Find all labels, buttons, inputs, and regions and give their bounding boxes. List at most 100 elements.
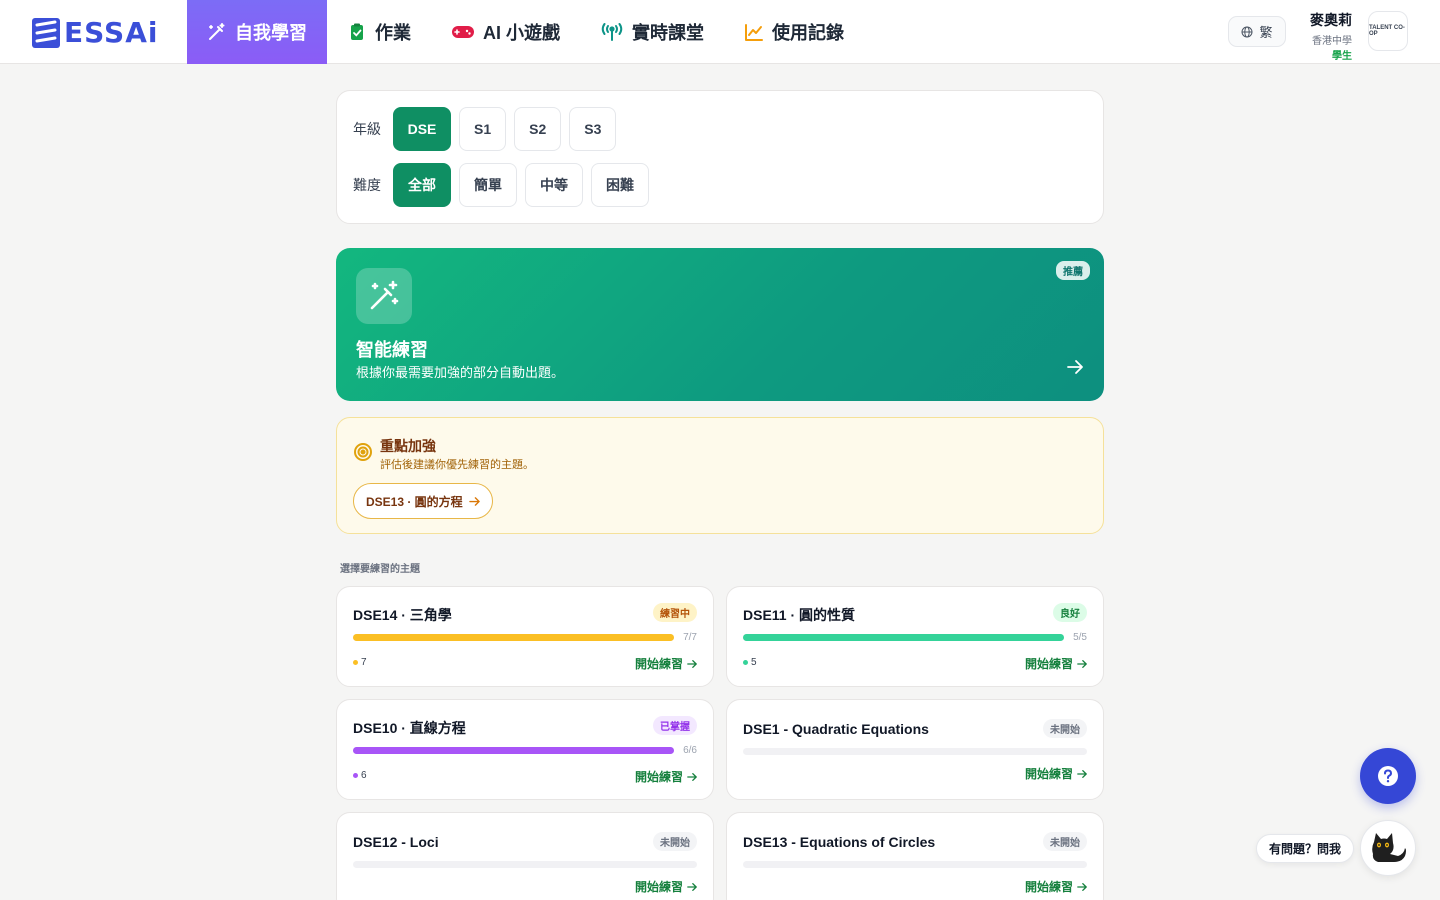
topic-section-label: 選擇要練習的主題 xyxy=(340,564,420,575)
nav-label: 實時課堂 xyxy=(632,23,705,43)
question-count-value: 5 xyxy=(751,657,757,668)
user-name: 麥奧莉 xyxy=(1310,12,1352,28)
gamepad-icon xyxy=(452,26,474,38)
avatar-logo-text: TALENT CO-OP xyxy=(1369,25,1405,37)
progress-count: 6/6 xyxy=(683,745,697,756)
status-badge: 未開始 xyxy=(1043,832,1087,851)
question-count: 6 xyxy=(353,770,367,781)
language-switch-button[interactable]: 繁 xyxy=(1228,16,1286,47)
topic-card[interactable]: DSE11 · 圓的性質 良好 5/5 5 開始練習 xyxy=(726,586,1104,687)
start-practice-label: 開始練習 xyxy=(634,657,683,671)
nav-homework[interactable]: 作業 xyxy=(327,0,431,64)
arrow-right-icon xyxy=(1077,882,1087,891)
difficulty-chip-medium[interactable]: 中等 xyxy=(525,163,583,207)
magic-wand-icon xyxy=(370,280,399,310)
question-circle-icon xyxy=(1378,766,1398,786)
grade-chip-s2[interactable]: S2 xyxy=(514,107,562,151)
start-practice-label: 開始練習 xyxy=(634,770,683,784)
topic-title: DSE13 - Equations of Circles xyxy=(743,834,936,850)
progress-bar-fill xyxy=(353,747,674,754)
question-count-value: 7 xyxy=(361,657,367,668)
progress-bar xyxy=(353,861,697,868)
status-dot xyxy=(353,660,358,665)
user-role: 學生 xyxy=(1332,51,1352,62)
topic-card[interactable]: DSE12 - Loci 未開始 開始練習 xyxy=(336,812,714,900)
topic-card[interactable]: DSE10 · 直線方程 已掌握 6/6 6 開始練習 xyxy=(336,699,714,800)
progress-bar xyxy=(743,748,1087,755)
smart-practice-icon-box xyxy=(356,268,412,324)
start-practice-label: 開始練習 xyxy=(634,880,683,894)
status-badge: 已掌握 xyxy=(653,716,697,735)
start-practice-link[interactable]: 開始練習 xyxy=(1025,878,1087,895)
difficulty-label: 難度 xyxy=(353,177,381,193)
top-navigation-bar: ESSAi 自我學習 作業 AI 小遊戲 實時課堂 使用記錄 繁 麥奧莉 香港中… xyxy=(0,0,1440,64)
clipboard-check-icon xyxy=(351,23,363,40)
magic-wand-icon xyxy=(209,23,225,40)
start-practice-label: 開始練習 xyxy=(1024,767,1073,781)
globe-icon xyxy=(1241,26,1253,37)
start-practice-label: 開始練習 xyxy=(1024,880,1073,894)
ask-me-pill[interactable]: 有問題？問我 xyxy=(1256,834,1355,863)
topic-title: DSE10 · 直線方程 xyxy=(353,720,466,736)
difficulty-chip-all[interactable]: 全部 xyxy=(393,163,451,207)
topic-title: DSE11 · 圓的性質 xyxy=(743,607,856,623)
focus-topic-label: DSE13 · 圓的方程 xyxy=(366,494,463,509)
difficulty-filter-row: 難度 全部 簡單 中等 困難 xyxy=(353,163,649,207)
user-info: 麥奧莉 香港中學 學生 xyxy=(1296,10,1352,62)
arrow-right-icon xyxy=(468,496,480,506)
start-practice-link[interactable]: 開始練習 xyxy=(1025,655,1087,672)
question-count-value: 6 xyxy=(361,770,367,781)
start-practice-label: 開始練習 xyxy=(1024,657,1073,671)
cat-assistant-button[interactable] xyxy=(1360,820,1416,876)
logo-text: ESSAi xyxy=(64,16,159,49)
status-badge: 良好 xyxy=(1053,603,1087,622)
focus-topic-button[interactable]: DSE13 · 圓的方程 xyxy=(353,483,493,519)
arrow-right-icon xyxy=(1067,360,1083,374)
difficulty-chip-hard[interactable]: 困難 xyxy=(591,163,649,207)
nav-label: 自我學習 xyxy=(235,23,307,43)
essai-logo[interactable]: ESSAi xyxy=(32,16,158,49)
topic-card[interactable]: DSE14 · 三角學 練習中 7/7 7 開始練習 xyxy=(336,586,714,687)
filter-card: 年級 DSE S1 S2 S3 難度 全部 簡單 中等 困難 xyxy=(336,90,1104,224)
smart-practice-description: 根據你最需要加強的部分自動出題。 xyxy=(356,365,565,380)
status-dot xyxy=(353,773,358,778)
recommended-badge: 推薦 xyxy=(1056,261,1090,280)
grade-label: 年級 xyxy=(353,121,381,137)
status-dot xyxy=(743,660,748,665)
grade-filter-row: 年級 DSE S1 S2 S3 xyxy=(353,107,617,151)
start-practice-link[interactable]: 開始練習 xyxy=(635,768,697,785)
start-practice-link[interactable]: 開始練習 xyxy=(1025,765,1087,782)
progress-count: 7/7 xyxy=(683,632,697,643)
focus-title: 重點加強 xyxy=(380,438,436,454)
smart-practice-title: 智能練習 xyxy=(356,340,428,360)
difficulty-chip-easy[interactable]: 簡單 xyxy=(459,163,517,207)
question-count: 5 xyxy=(743,657,757,668)
topic-card[interactable]: DSE13 - Equations of Circles 未開始 開始練習 xyxy=(726,812,1104,900)
arrow-right-icon xyxy=(687,882,697,891)
topic-card[interactable]: DSE1 - Quadratic Equations 未開始 開始練習 xyxy=(726,699,1104,800)
nav-ai-games[interactable]: AI 小遊戲 xyxy=(431,0,580,64)
status-badge: 練習中 xyxy=(653,603,697,622)
target-icon xyxy=(354,443,372,461)
topic-title: DSE1 - Quadratic Equations xyxy=(743,721,929,737)
line-chart-icon xyxy=(745,24,764,41)
nav-usage-history[interactable]: 使用記錄 xyxy=(724,0,864,64)
smart-practice-card[interactable]: 推薦 智能練習 根據你最需要加強的部分自動出題。 xyxy=(336,248,1104,401)
progress-count: 5/5 xyxy=(1073,632,1087,643)
avatar[interactable]: TALENT CO-OP xyxy=(1368,11,1408,51)
arrow-right-icon xyxy=(687,772,697,781)
broadcast-icon xyxy=(601,23,623,41)
help-button[interactable] xyxy=(1360,748,1416,804)
progress-bar xyxy=(353,634,674,641)
start-practice-link[interactable]: 開始練習 xyxy=(635,655,697,672)
essai-logo-icon xyxy=(32,17,60,48)
grade-chip-s1[interactable]: S1 xyxy=(459,107,507,151)
grade-chip-dse[interactable]: DSE xyxy=(393,107,451,151)
status-badge: 未開始 xyxy=(1043,719,1087,738)
nav-self-study[interactable]: 自我學習 xyxy=(187,0,327,64)
grade-chip-s3[interactable]: S3 xyxy=(569,107,617,151)
start-practice-link[interactable]: 開始練習 xyxy=(635,878,697,895)
black-cat-icon xyxy=(1372,833,1406,862)
nav-live-class[interactable]: 實時課堂 xyxy=(580,0,724,64)
topic-title: DSE12 - Loci xyxy=(353,834,439,850)
